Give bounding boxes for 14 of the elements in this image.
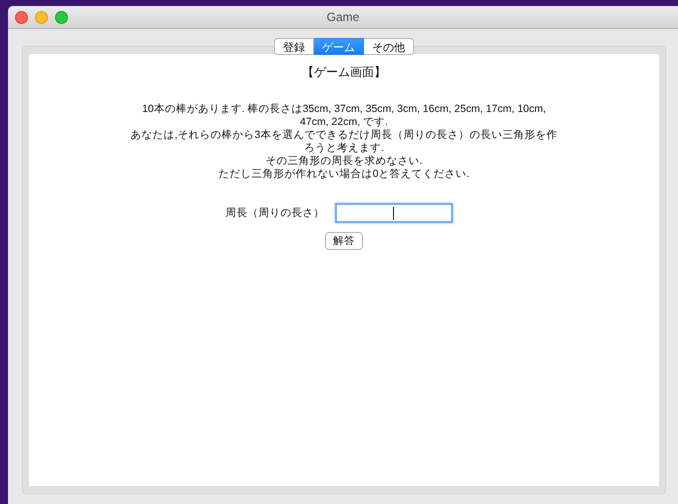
- tab[interactable]: 登録: [274, 38, 314, 55]
- input-field[interactable]: [334, 203, 452, 223]
- instruction-text: 10本の棒があります. 棒の長さは35cm, 37cm, 35cm, 3cm, 16cm, 25cm, 17cm, 10cm, 47cm, 22cm, です.: [141, 103, 547, 129]
- instruction-text: その三角形の周長を求めなさい.: [266, 155, 422, 168]
- instruction-text: あなたは,それらの棒から3本を選んでできるだけ周長（周りの長さ）の長い三角形を作ろうと考えます.: [130, 129, 558, 155]
- instruction-text: ただし三角形が作れない場合は0と答えてください.: [218, 168, 470, 181]
- answer-button[interactable]: 解答: [325, 232, 363, 250]
- tab[interactable]: その他: [364, 38, 414, 55]
- heading: 【ゲーム画面】: [302, 64, 386, 81]
- zoom-icon[interactable]: [55, 11, 68, 24]
- window-title: Game: [326, 10, 360, 24]
- close-icon[interactable]: [15, 11, 28, 24]
- minimize-icon[interactable]: [35, 11, 48, 24]
- field-label: 周長（周りの長さ）: [226, 206, 324, 220]
